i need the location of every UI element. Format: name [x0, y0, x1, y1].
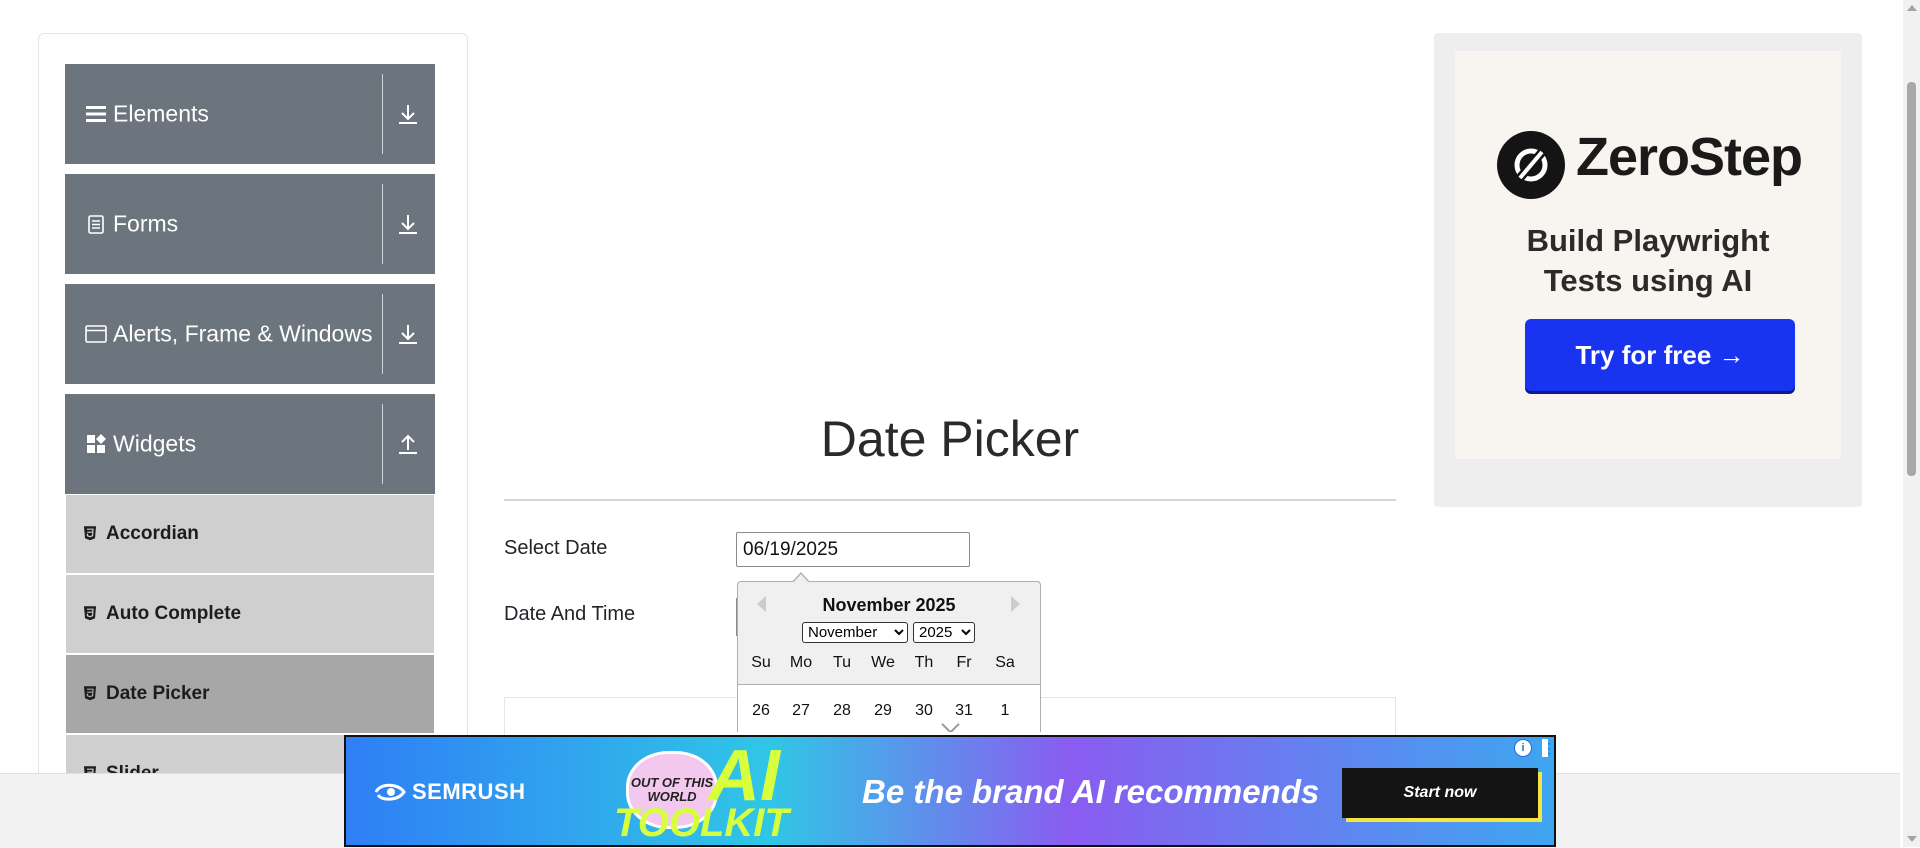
- calendar-day[interactable]: 29: [865, 702, 901, 720]
- datepicker-popup: November 2025 November 2025 Su Mo Tu We …: [737, 581, 1041, 732]
- semrush-logo-icon: [374, 783, 406, 801]
- ad-brand: SEMRUSH: [412, 779, 526, 804]
- group-alerts-frame-windows[interactable]: Alerts, Frame & Windows: [65, 284, 435, 384]
- html5-icon: [84, 526, 96, 541]
- calendar-day[interactable]: 30: [906, 702, 942, 720]
- sidebar-item-date-picker[interactable]: Date Picker: [66, 655, 434, 735]
- weekday-name: Sa: [995, 654, 1015, 671]
- ad-brand: ZeroStep: [1576, 127, 1803, 187]
- zerostep-ad[interactable]: ZeroStep Build Playwright Tests using AI…: [1434, 33, 1862, 507]
- window-icon: [85, 323, 107, 345]
- semrush-ad[interactable]: SEMRUSH OUT OF THIS WORLD AI TOOLKIT Be …: [344, 735, 1556, 847]
- sidebar-item-label: Accordian: [106, 523, 199, 544]
- page-scrollbar[interactable]: [1903, 0, 1920, 847]
- group-elements[interactable]: Elements: [65, 64, 435, 164]
- date-and-time-label: Date And Time: [504, 603, 636, 625]
- page-title: Date Picker: [820, 411, 1080, 467]
- group-label: Elements: [113, 100, 209, 127]
- ad-headline-line: Tests using AI: [1543, 263, 1753, 298]
- calendar-day[interactable]: 26: [743, 702, 779, 720]
- ad-card: ZeroStep Build Playwright Tests using AI…: [1455, 51, 1841, 459]
- left-panel: Elements Forms Alerts, Frame & Windows W…: [38, 33, 468, 848]
- select-date-input[interactable]: [736, 532, 970, 567]
- html5-icon: [84, 606, 96, 621]
- zerostep-logo-icon: [1497, 131, 1565, 199]
- download-arrow-icon[interactable]: [395, 211, 421, 237]
- html5-icon: [84, 686, 96, 701]
- download-arrow-icon[interactable]: [395, 321, 421, 347]
- divider: [382, 184, 383, 264]
- year-select[interactable]: 2025: [913, 622, 975, 643]
- divider: [382, 294, 383, 374]
- group-label: Forms: [113, 210, 179, 237]
- info-icon[interactable]: i: [1514, 739, 1532, 757]
- current-month-title: November 2025: [822, 595, 956, 615]
- widgets-icon: [85, 433, 107, 455]
- start-now-button[interactable]: Start now: [1342, 768, 1538, 818]
- weekday-name: Su: [751, 654, 771, 671]
- try-for-free-button[interactable]: Try for free →: [1525, 319, 1795, 391]
- group-label: Alerts, Frame & Windows: [113, 320, 373, 347]
- group-widgets[interactable]: Widgets: [65, 394, 435, 494]
- scroll-up-icon[interactable]: [1907, 5, 1917, 11]
- scroll-down-icon[interactable]: [1907, 836, 1917, 842]
- calendar-day[interactable]: 1: [987, 702, 1023, 720]
- month-select[interactable]: November: [802, 622, 908, 643]
- sidebar-item-label: Date Picker: [106, 683, 210, 704]
- weekday-name: Th: [914, 654, 934, 671]
- weekday-name: We: [871, 654, 895, 671]
- select-date-label: Select Date: [504, 537, 608, 559]
- divider: [382, 404, 383, 484]
- download-arrow-icon[interactable]: [395, 101, 421, 127]
- divider: [382, 74, 383, 154]
- scroll-thumb[interactable]: [1907, 82, 1916, 476]
- weekday-header: Su Mo Tu We Th Fr Sa: [738, 654, 1040, 674]
- sidebar-item-label: Auto Complete: [106, 603, 242, 624]
- weekday-name: Tu: [832, 654, 852, 671]
- sidebar-item-accordian[interactable]: Accordian: [66, 495, 434, 575]
- document-icon: [85, 213, 107, 235]
- picker-caret-fill: [793, 574, 809, 583]
- ad-toolkit-word: TOOLKIT: [614, 801, 789, 845]
- calendar-day[interactable]: 28: [824, 702, 860, 720]
- weekday-name: Fr: [956, 654, 972, 671]
- ad-headline: Build Playwright Tests using AI: [1455, 221, 1841, 301]
- upload-arrow-icon[interactable]: [395, 431, 421, 457]
- group-label: Widgets: [113, 430, 197, 457]
- title-divider: [504, 499, 1396, 501]
- ad-headline-line: Build Playwright: [1526, 223, 1770, 258]
- more-options-icon[interactable]: ⋮: [1542, 739, 1554, 757]
- ad-headline: Be the brand AI recommends: [862, 773, 1320, 810]
- bars-icon: [85, 103, 107, 125]
- sidebar-item-auto-complete[interactable]: Auto Complete: [66, 575, 434, 655]
- weekday-name: Mo: [789, 654, 813, 671]
- group-forms[interactable]: Forms: [65, 174, 435, 274]
- calendar-day[interactable]: 27: [783, 702, 819, 720]
